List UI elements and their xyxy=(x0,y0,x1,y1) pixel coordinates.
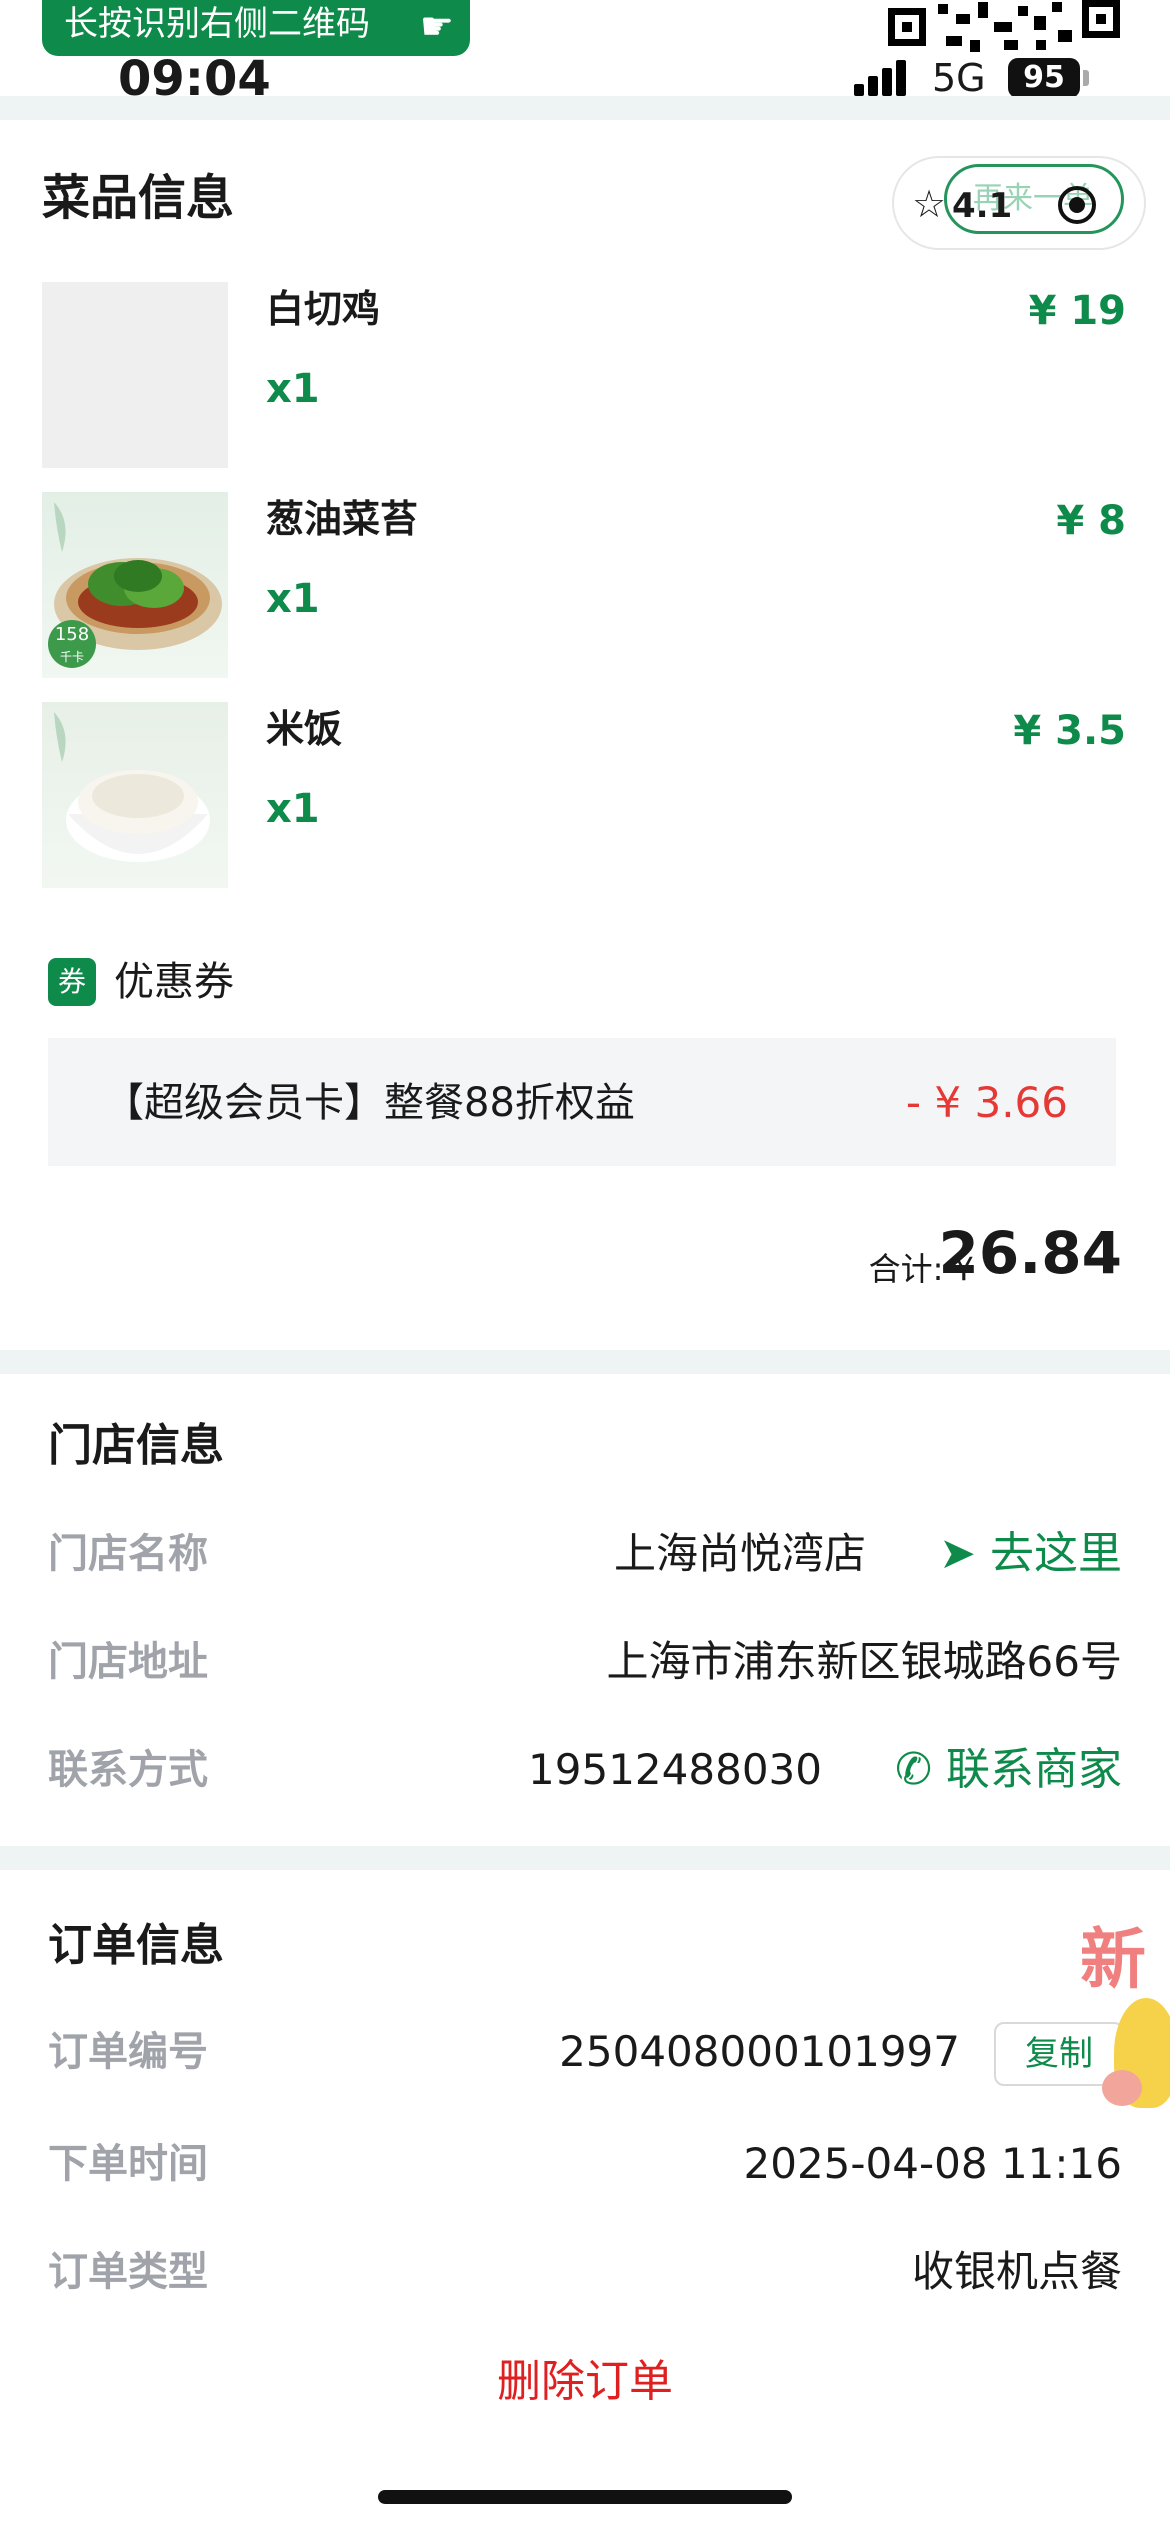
calorie-badge-unit: 千卡 xyxy=(59,650,84,664)
home-indicator[interactable] xyxy=(378,2490,792,2504)
dish-name: 葱油菜苔 xyxy=(266,497,419,541)
dish-image-placeholder[interactable] xyxy=(42,282,228,468)
dish-price: ¥ 8 xyxy=(1056,498,1126,544)
divider xyxy=(0,1846,1170,1870)
star-icon[interactable]: ☆ xyxy=(912,184,946,224)
mascot-sticker: 新 xyxy=(1080,1920,1170,2140)
dishes-section-title: 菜品信息 xyxy=(42,170,235,226)
dish-image-greens[interactable]: 158 千卡 xyxy=(42,492,228,678)
store-name-label: 门店名称 xyxy=(48,1531,208,1577)
battery-icon: 95 xyxy=(1008,58,1080,98)
order-number-label: 订单编号 xyxy=(48,2029,208,2075)
order-section-title: 订单信息 xyxy=(48,1920,224,1971)
cellular-signal-icon xyxy=(854,60,914,96)
battery-level: 95 xyxy=(1023,60,1065,95)
store-name: 上海尚悦湾店 xyxy=(613,1529,866,1578)
contact-merchant-link[interactable]: ✆ 联系商家 xyxy=(895,1742,1122,1798)
order-time: 2025-04-08 11:16 xyxy=(743,2139,1122,2188)
contact-label: 联系方式 xyxy=(48,1747,208,1793)
qr-code xyxy=(886,0,1122,56)
contact-phone: 19512488030 xyxy=(528,1745,822,1794)
order-type-label: 订单类型 xyxy=(48,2249,208,2295)
total-amount: 26.84 xyxy=(938,1219,1122,1287)
coupon-label: 优惠券 xyxy=(114,959,234,1005)
rating-value: 4.1 xyxy=(952,186,1013,226)
dish-name: 白切鸡 xyxy=(266,287,381,331)
pointing-hand-icon: ☛ xyxy=(419,4,454,48)
qr-finder-left xyxy=(888,8,926,46)
store-section-title: 门店信息 xyxy=(48,1420,224,1471)
divider xyxy=(0,1350,1170,1374)
qr-hint-text: 长按识别右侧二维码 xyxy=(64,4,370,44)
dish-image-rice[interactable] xyxy=(42,702,228,888)
coupon-text: 【超级会员卡】整餐88折权益 xyxy=(104,1080,635,1126)
delete-order-button[interactable]: 删除订单 xyxy=(0,2352,1170,2412)
navigate-label: 去这里 xyxy=(990,1528,1122,1579)
dish-quantity: x1 xyxy=(266,576,320,622)
dish-quantity: x1 xyxy=(266,366,320,412)
coupon-icon: 券 xyxy=(48,958,96,1006)
mascot-feather xyxy=(1102,2070,1142,2106)
coupon-discount: - ¥ 3.66 xyxy=(905,1078,1068,1127)
qr-finder-right xyxy=(1082,0,1120,38)
store-address-label: 门店地址 xyxy=(48,1639,208,1685)
close-capsule-icon[interactable] xyxy=(1058,186,1096,224)
rice-photo xyxy=(54,712,210,862)
store-address: 上海市浦东新区银城路66号 xyxy=(606,1637,1122,1686)
dish-price: ¥ 3.5 xyxy=(1013,708,1126,754)
calorie-badge-value: 158 xyxy=(54,624,90,645)
dish-price: ¥ 19 xyxy=(1028,288,1126,334)
order-type: 收银机点餐 xyxy=(911,2247,1122,2296)
contact-merchant-label: 联系商家 xyxy=(946,1744,1122,1795)
order-time-label: 下单时间 xyxy=(48,2141,208,2187)
order-number: 250408000101997 xyxy=(559,2027,960,2076)
dish-quantity: x1 xyxy=(266,786,320,832)
calorie-badge: 158 千卡 xyxy=(48,620,96,668)
divider xyxy=(0,96,1170,120)
navigate-link[interactable]: ➤ 去这里 xyxy=(939,1526,1122,1582)
dish-name: 米饭 xyxy=(266,707,343,751)
battery-tip xyxy=(1083,70,1089,86)
sticker-text: 新 xyxy=(1080,1921,1146,1998)
navigate-arrow-icon: ➤ xyxy=(939,1528,976,1579)
phone-icon: ✆ xyxy=(895,1744,932,1795)
